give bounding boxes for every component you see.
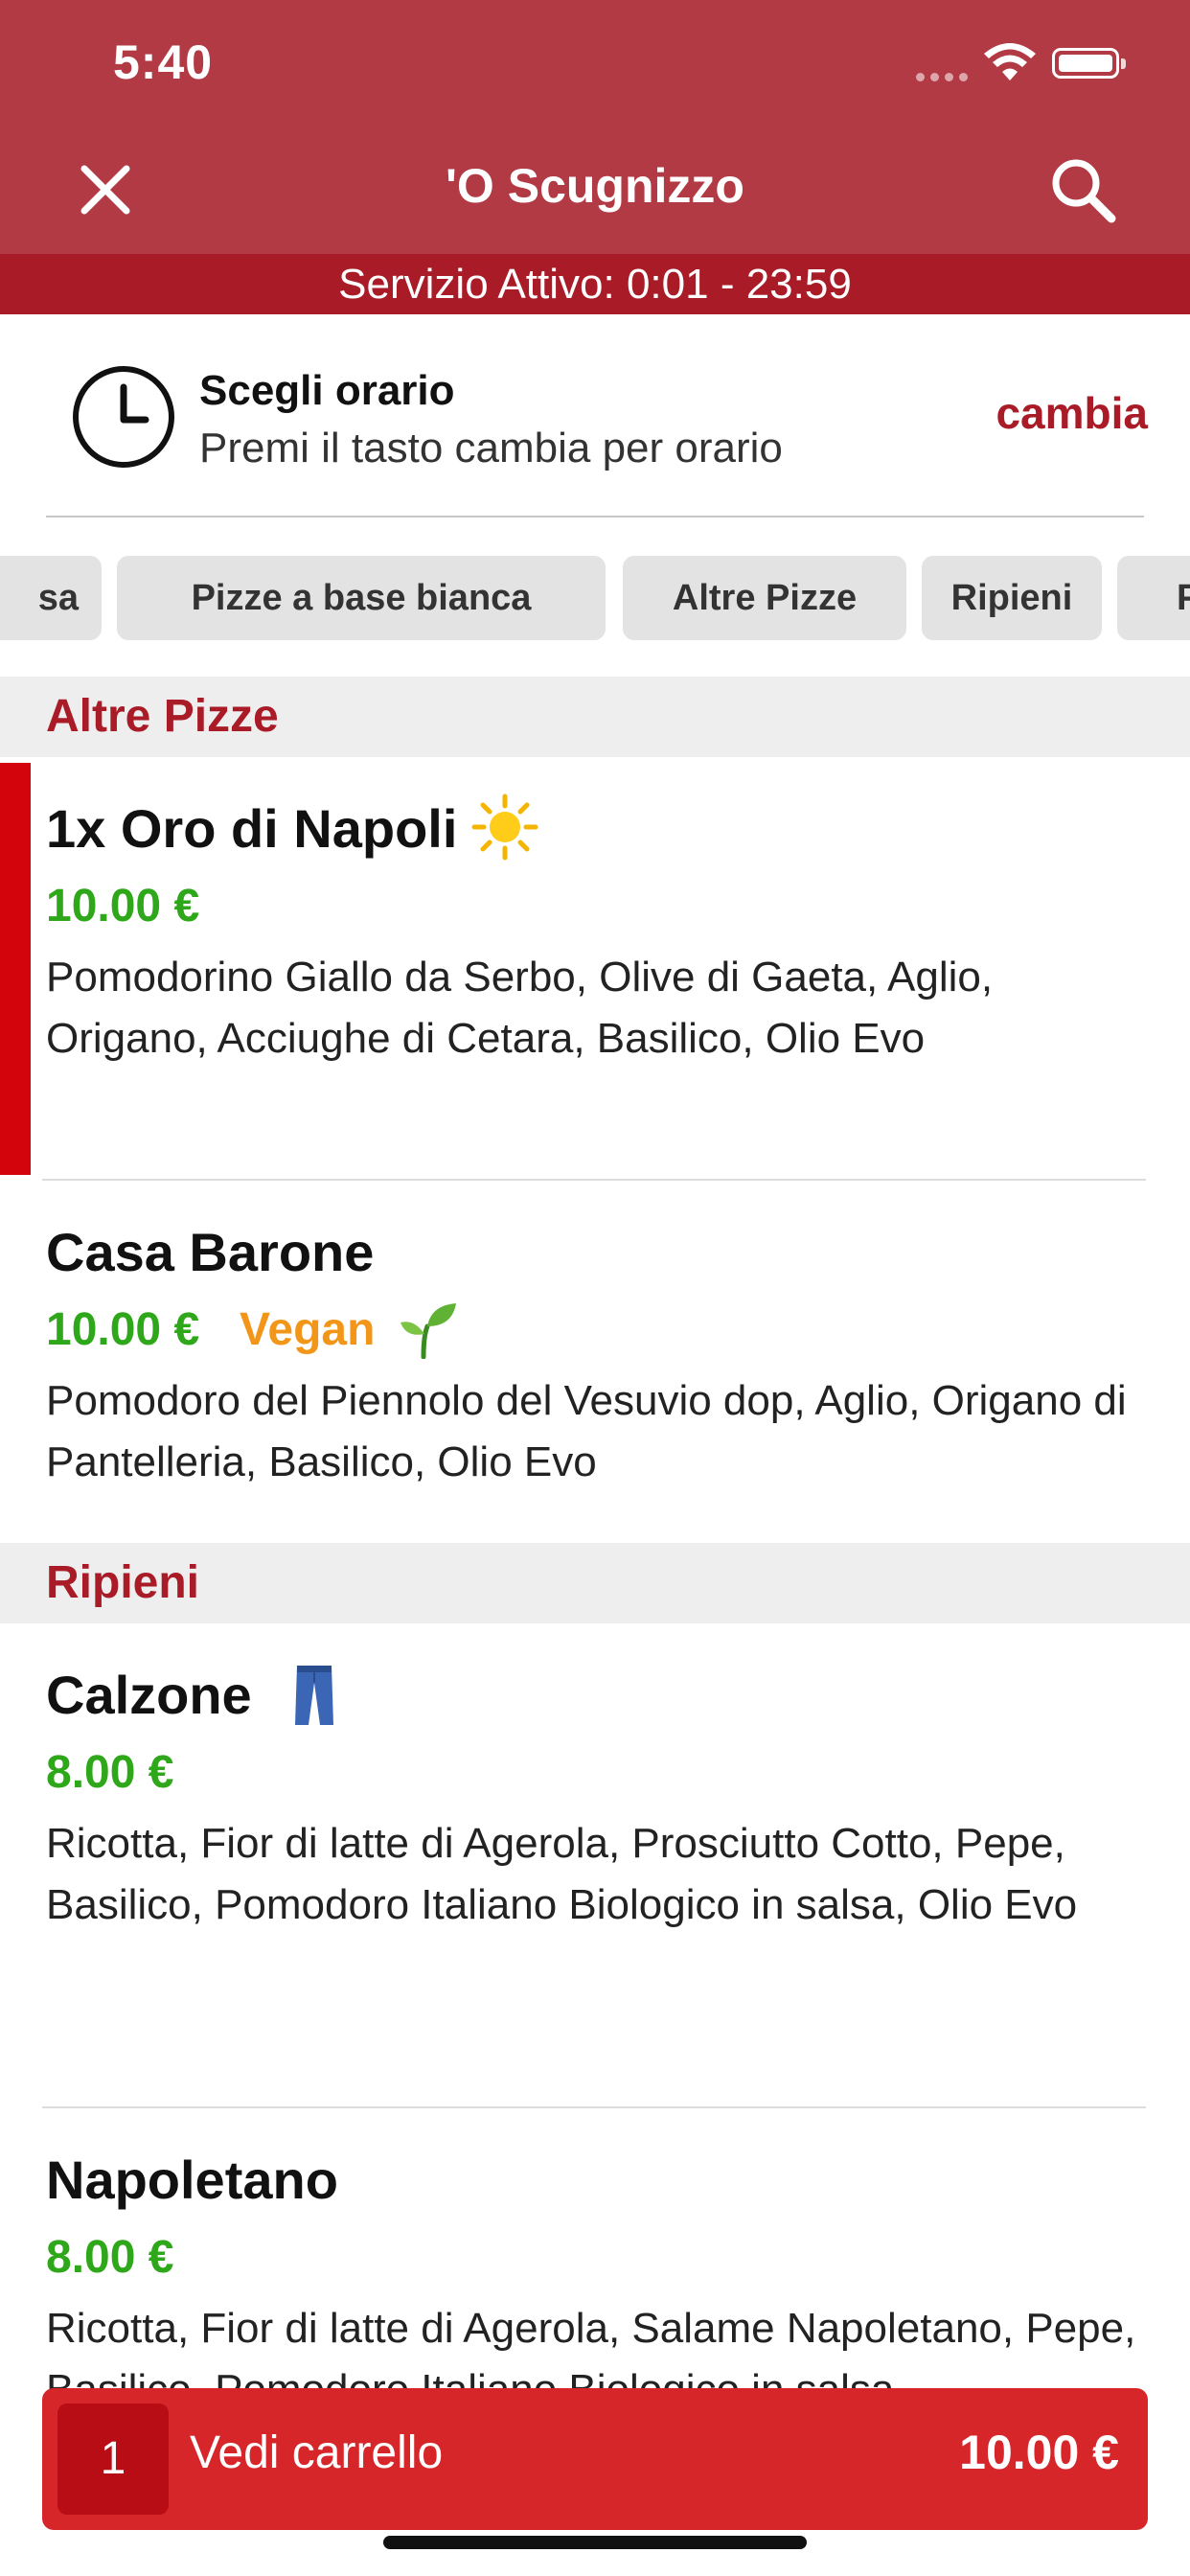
tab-category-partial-right[interactable]: P — [1117, 556, 1190, 640]
item-name: Calzone — [46, 1665, 252, 1725]
app-header: 5:40 'O Scugnizzo — [0, 0, 1190, 254]
item-description: Pomodorino Giallo da Serbo, Olive di Gae… — [46, 954, 994, 1062]
time-select-row: Scegli orario Premi il tasto cambia per … — [0, 314, 1190, 518]
divider — [46, 516, 1144, 518]
section-header-ripieni: Ripieni — [0, 1543, 1190, 1623]
section-title: Altre Pizze — [46, 691, 279, 742]
item-name: Casa Barone — [46, 1222, 375, 1282]
battery-icon — [1052, 48, 1126, 79]
item-name: Napoletano — [46, 2150, 338, 2210]
item-description: Ricotta, Fior di latte di Agerola, Prosc… — [46, 1820, 1078, 1928]
seedling-icon — [400, 1303, 456, 1359]
menu-item-calzone[interactable]: Calzone 8.00 € Ricotta, Fior di latte di… — [0, 1625, 1190, 2104]
clock-icon — [73, 366, 174, 468]
cart-label: Vedi carrello — [190, 2427, 444, 2478]
tab-category-partial-left[interactable]: sa — [0, 556, 102, 640]
sun-icon — [471, 794, 538, 861]
service-hours-banner: Servizio Attivo: 0:01 - 23:59 — [0, 254, 1190, 314]
tab-altre-pizze[interactable]: Altre Pizze — [623, 556, 906, 640]
home-indicator[interactable] — [383, 2536, 807, 2549]
menu-item-oro-di-napoli[interactable]: 1x Oro di Napoli 10.00 € Pomodorino Gial… — [0, 757, 1190, 1179]
status-time: 5:40 — [113, 35, 214, 89]
vegan-tag: Vegan — [240, 1304, 376, 1355]
category-tabs: sa Pizze a base bianca Altre Pizze Ripie… — [0, 556, 1190, 644]
item-price: 10.00 € — [46, 1304, 200, 1355]
cellular-signal-icon — [916, 73, 968, 81]
tab-ripieni[interactable]: Ripieni — [922, 556, 1102, 640]
section-header-altre-pizze: Altre Pizze — [0, 677, 1190, 757]
page-title: 'O Scugnizzo — [446, 159, 744, 213]
cart-total: 10.00 € — [959, 2426, 1119, 2479]
time-select-subtitle: Premi il tasto cambia per orario — [199, 425, 783, 472]
item-price: 10.00 € — [46, 881, 200, 932]
view-cart-button[interactable]: 1 Vedi carrello 10.00 € — [42, 2388, 1148, 2530]
menu-item-napoletano[interactable]: Napoletano 8.00 € Ricotta, Fior di latte… — [0, 2108, 1190, 2413]
time-select-title: Scegli orario — [199, 367, 455, 414]
cart-count-badge: 1 — [57, 2404, 169, 2515]
menu-item-casa-barone[interactable]: Casa Barone 10.00 € Vegan Pomodoro del P… — [0, 1181, 1190, 1541]
item-name: 1x Oro di Napoli — [46, 798, 458, 859]
search-button[interactable] — [1044, 151, 1121, 228]
item-price: 8.00 € — [46, 1747, 174, 1798]
item-description: Pomodoro del Piennolo del Vesuvio dop, A… — [46, 1377, 1127, 1485]
wifi-icon — [984, 43, 1036, 80]
change-time-button[interactable]: cambia — [995, 387, 1148, 439]
section-title: Ripieni — [46, 1557, 200, 1608]
search-icon — [1052, 159, 1116, 223]
jeans-icon — [295, 1666, 333, 1725]
item-price: 8.00 € — [46, 2232, 174, 2283]
tab-pizze-a-base-bianca[interactable]: Pizze a base bianca — [117, 556, 606, 640]
